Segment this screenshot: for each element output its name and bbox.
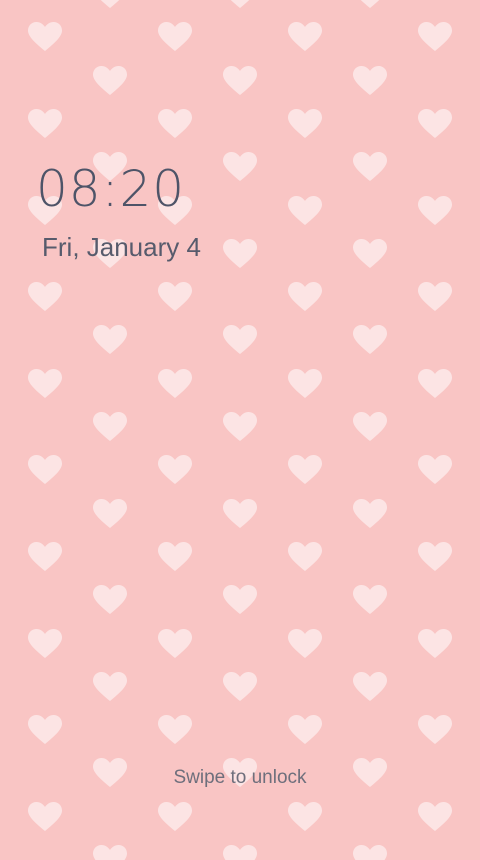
- heart-icon: [288, 715, 322, 745]
- date-text: Fri, January 4: [42, 232, 201, 262]
- heart-icon: [28, 629, 62, 659]
- heart-icon: [353, 66, 387, 96]
- heart-icon: [28, 109, 62, 139]
- heart-icon: [288, 22, 322, 52]
- heart-icon: [223, 585, 257, 615]
- heart-icon: [353, 412, 387, 442]
- heart-icon: [418, 715, 452, 745]
- heart-icon: [158, 369, 192, 399]
- heart-icon: [158, 109, 192, 139]
- heart-icon: [28, 542, 62, 572]
- clock-time: 08:20: [36, 160, 186, 218]
- heart-icon: [158, 282, 192, 312]
- heart-icon: [353, 152, 387, 182]
- heart-icon: [223, 845, 257, 860]
- swipe-to-unlock-hint[interactable]: Swipe to unlock: [0, 768, 480, 787]
- heart-icon: [158, 629, 192, 659]
- lock-screen[interactable]: 08:20 Fri, January 4 Swipe to unlock: [0, 0, 480, 860]
- heart-icon: [93, 585, 127, 615]
- heart-icon: [418, 282, 452, 312]
- heart-icon: [28, 22, 62, 52]
- heart-icon: [288, 629, 322, 659]
- heart-icon: [353, 0, 387, 9]
- heart-icon: [93, 845, 127, 860]
- heart-icon: [28, 369, 62, 399]
- heart-icon: [288, 542, 322, 572]
- heart-wallpaper: [0, 0, 480, 860]
- heart-icon: [353, 499, 387, 529]
- heart-icon: [28, 455, 62, 485]
- heart-icon: [158, 542, 192, 572]
- heart-icon: [93, 325, 127, 355]
- heart-icon: [28, 802, 62, 832]
- heart-icon: [353, 325, 387, 355]
- heart-icon: [223, 499, 257, 529]
- heart-icon: [288, 455, 322, 485]
- heart-icon: [353, 239, 387, 269]
- heart-icon: [93, 499, 127, 529]
- heart-icon: [28, 282, 62, 312]
- heart-icon: [288, 282, 322, 312]
- heart-icon: [223, 0, 257, 9]
- heart-icon: [158, 22, 192, 52]
- heart-icon: [418, 22, 452, 52]
- heart-icon: [223, 239, 257, 269]
- heart-icon: [353, 672, 387, 702]
- heart-icon: [93, 672, 127, 702]
- heart-icon: [418, 542, 452, 572]
- heart-icon: [288, 802, 322, 832]
- heart-icon: [288, 369, 322, 399]
- heart-icon: [93, 0, 127, 9]
- heart-icon: [158, 455, 192, 485]
- heart-icon: [93, 66, 127, 96]
- heart-icon: [223, 325, 257, 355]
- heart-icon: [418, 629, 452, 659]
- heart-icon: [418, 109, 452, 139]
- heart-icon: [158, 802, 192, 832]
- heart-icon: [223, 412, 257, 442]
- heart-icon: [223, 672, 257, 702]
- heart-icon: [418, 455, 452, 485]
- heart-icon: [93, 412, 127, 442]
- heart-icon: [158, 715, 192, 745]
- heart-icon: [288, 196, 322, 226]
- heart-icon: [418, 196, 452, 226]
- heart-icon: [418, 802, 452, 832]
- heart-icon: [288, 109, 322, 139]
- heart-icon: [223, 66, 257, 96]
- heart-icon: [28, 715, 62, 745]
- heart-icon: [418, 369, 452, 399]
- heart-icon: [353, 585, 387, 615]
- heart-icon: [353, 845, 387, 860]
- heart-icon: [223, 152, 257, 182]
